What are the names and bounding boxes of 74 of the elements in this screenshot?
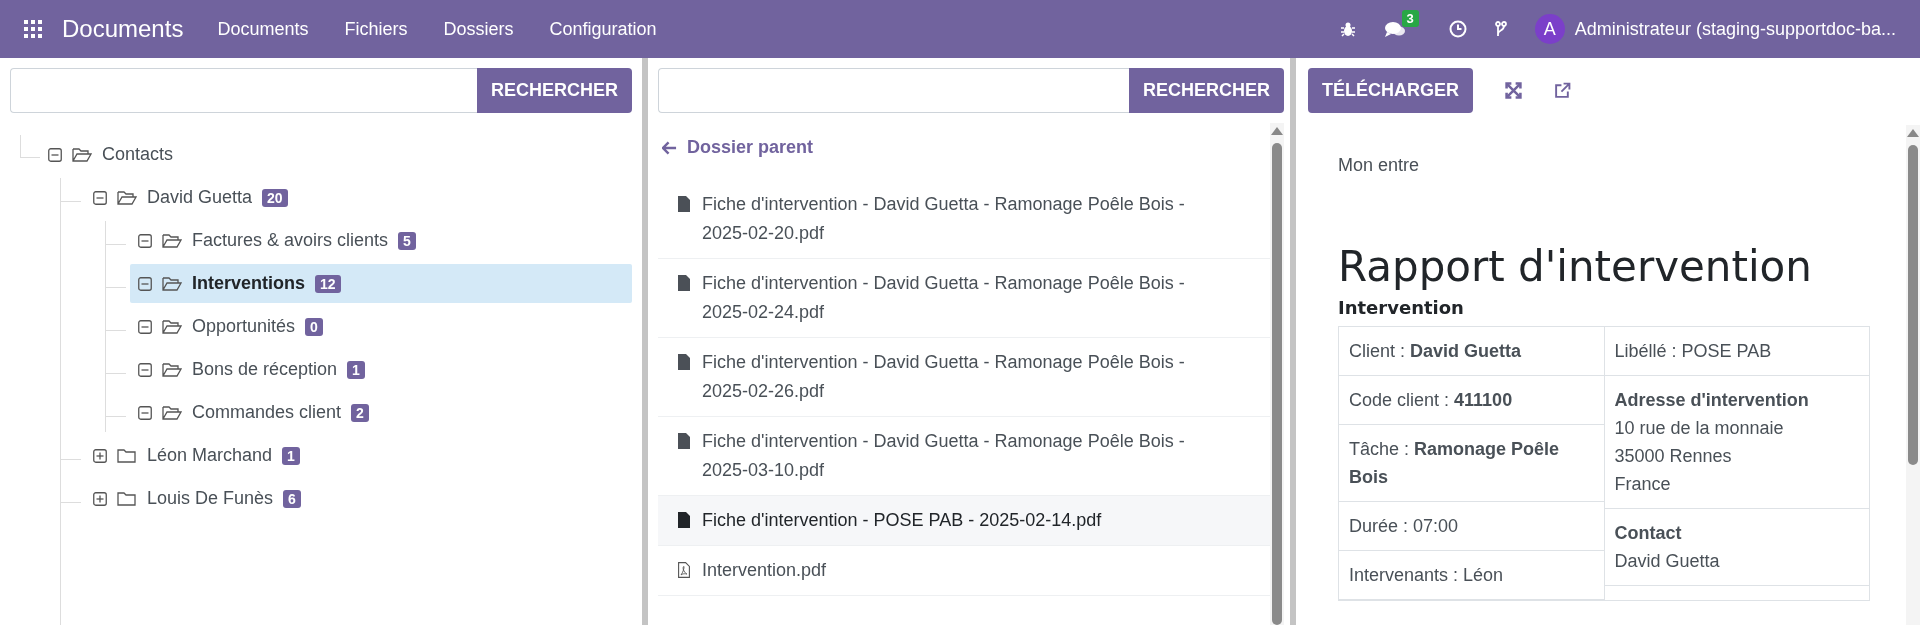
file-icon — [678, 512, 690, 528]
folder-tree-item[interactable]: Factures & avoirs clients 5 — [130, 221, 632, 260]
branch-icon[interactable] — [1494, 21, 1507, 37]
parent-folder-link[interactable]: Dossier parent — [658, 123, 1270, 180]
collapse-icon[interactable] — [48, 147, 62, 162]
section-heading: Intervention — [1338, 297, 1465, 318]
tree-connector-line — [20, 135, 40, 158]
table-cell: Durée : 07:00 — [1339, 502, 1604, 551]
table-cell: Adresse d'intervention 10 rue de la monnaie 35000 Rennes France — [1604, 376, 1869, 509]
search-button[interactable]: RECHERCHER — [477, 68, 632, 113]
left-arrow-icon — [662, 140, 677, 155]
document-header-text: Mon entre — [1338, 155, 1421, 176]
collapse-icon[interactable] — [93, 190, 107, 205]
menu-item[interactable]: Fichiers — [344, 18, 408, 40]
open-folder-icon — [162, 404, 182, 421]
open-folder-icon — [72, 146, 92, 163]
table-cell: Tâche : Ramonage Poêle Bois — [1339, 425, 1604, 502]
clock-icon[interactable] — [1448, 20, 1467, 38]
table-cell: Client : David Guetta — [1339, 327, 1604, 376]
folder-tree-item[interactable]: David Guetta 20 — [85, 178, 632, 217]
folder-icon — [117, 490, 137, 507]
collapse-icon[interactable] — [138, 362, 152, 377]
expand-icon[interactable] — [93, 491, 107, 506]
file-icon — [678, 433, 690, 449]
open-folder-icon — [162, 275, 182, 292]
collapse-icon[interactable] — [138, 276, 152, 291]
menu-item[interactable]: Documents — [217, 18, 309, 40]
open-folder-icon — [162, 232, 182, 249]
collapse-icon[interactable] — [138, 405, 152, 420]
file-icon — [678, 354, 690, 370]
folder-tree-item[interactable]: Louis De Funès 6 — [85, 479, 632, 518]
chat-icon[interactable] — [1383, 20, 1406, 38]
open-folder-icon — [117, 189, 137, 206]
app-title[interactable]: Documents — [62, 15, 184, 43]
file-list-item[interactable]: Fiche d'intervention - David Guetta - Ramonage Poêle Bois - 2025-02-26.pdf — [658, 338, 1270, 417]
download-button[interactable]: TÉLÉCHARGER — [1308, 68, 1473, 113]
folder-search-field[interactable] — [10, 68, 477, 113]
file-icon — [678, 196, 690, 212]
pdf-file-icon — [678, 562, 690, 578]
expand-icon[interactable] — [1505, 82, 1522, 99]
folder-tree-item[interactable]: Opportunités 0 — [130, 307, 632, 346]
collapse-icon[interactable] — [138, 233, 152, 248]
folder-tree-item[interactable]: Contacts — [40, 135, 632, 174]
folder-tree-item[interactable]: Commandes client 2 — [130, 393, 632, 432]
folder-tree-item[interactable]: Bons de réception 1 — [130, 350, 632, 389]
search-button[interactable]: RECHERCHER — [1129, 68, 1284, 113]
apps-grid-icon[interactable] — [24, 20, 42, 38]
menu-item[interactable]: Configuration — [549, 18, 657, 40]
message-count-badge: 3 — [1401, 10, 1419, 27]
file-list-item[interactable]: Fiche d'intervention - POSE PAB - 2025-02-14.pdf — [658, 496, 1270, 546]
document-title: Rapport d'intervention — [1338, 242, 1813, 291]
expand-icon[interactable] — [93, 448, 107, 463]
external-link-icon[interactable] — [1554, 82, 1571, 99]
folder-tree-item[interactable]: Interventions 12 — [130, 264, 632, 303]
folder-tree-item[interactable]: Léon Marchand 1 — [85, 436, 632, 475]
menu-item[interactable]: Dossiers — [443, 18, 514, 40]
file-search-field[interactable] — [658, 68, 1129, 113]
user-avatar[interactable]: A — [1534, 14, 1565, 44]
bug-icon[interactable] — [1339, 21, 1356, 37]
file-list-item[interactable]: Fiche d'intervention - David Guetta - Ramonage Poêle Bois - 2025-02-24.pdf — [658, 259, 1270, 338]
table-cell: Intervenants : Léon — [1339, 551, 1604, 600]
user-name[interactable]: Administrateur (staging-supportdoc-ba... — [1574, 18, 1896, 40]
table-cell: Libéllé : POSE PAB — [1604, 327, 1869, 376]
scrollbar[interactable] — [1906, 125, 1920, 625]
file-list-item[interactable]: Intervention.pdf — [658, 546, 1270, 596]
table-cell: Code client : 411100 — [1339, 376, 1604, 425]
file-icon — [678, 275, 690, 291]
table-cell: Contact David Guetta — [1604, 509, 1869, 586]
file-list-item[interactable]: Fiche d'intervention - David Guetta - Ramonage Poêle Bois - 2025-02-20.pdf — [658, 180, 1270, 259]
open-folder-icon — [162, 361, 182, 378]
open-folder-icon — [162, 318, 182, 335]
scrollbar[interactable] — [1270, 123, 1284, 625]
collapse-icon[interactable] — [138, 319, 152, 334]
folder-icon — [117, 447, 137, 464]
